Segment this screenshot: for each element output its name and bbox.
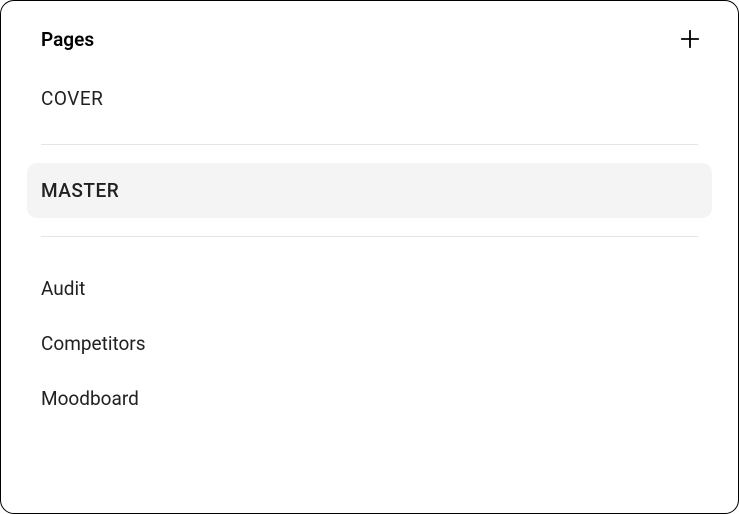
page-item-audit[interactable]: Audit bbox=[1, 261, 738, 316]
pages-header: Pages bbox=[1, 1, 738, 65]
page-item-moodboard[interactable]: Moodboard bbox=[1, 371, 738, 426]
page-list: COVER MASTER Audit Competitors Moodboard bbox=[1, 71, 738, 426]
divider bbox=[41, 236, 698, 237]
pages-panel: Pages COVER MASTER Audit Competitors Moo… bbox=[0, 0, 739, 514]
divider bbox=[41, 144, 698, 145]
page-item-cover[interactable]: COVER bbox=[1, 71, 738, 126]
page-item-master[interactable]: MASTER bbox=[27, 163, 712, 218]
add-page-button[interactable] bbox=[676, 25, 704, 53]
page-sublist: Audit Competitors Moodboard bbox=[1, 255, 738, 426]
plus-icon bbox=[679, 28, 701, 50]
page-item-competitors[interactable]: Competitors bbox=[1, 316, 738, 371]
pages-title: Pages bbox=[41, 28, 94, 51]
